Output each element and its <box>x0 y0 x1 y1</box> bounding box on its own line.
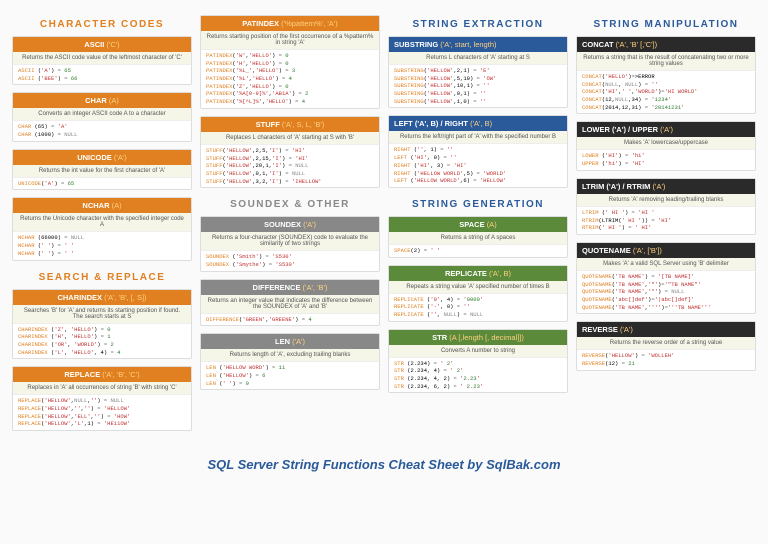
card-ascii: ASCII ('C')Returns the ASCII code value … <box>12 36 192 85</box>
card-soundex: SOUNDEX ('A')Returns a four-character (S… <box>200 216 380 271</box>
card-leftright: LEFT ('A', B) / RIGHT ('A', B)Returns th… <box>388 115 568 187</box>
card-difference: DIFFERENCE ('A', 'B')Returns an integer … <box>200 279 380 327</box>
card-reverse: REVERSE ('A')Returns the reverse order o… <box>576 321 756 370</box>
column-2: PATINDEX ('%pattern%', 'A')Returns start… <box>200 15 380 434</box>
card-lowerupper: LOWER ('A') / UPPER ('A')Makes 'A' lower… <box>576 121 756 170</box>
column-4: STRING MANIPULATION CONCAT ('A', 'B' [,'… <box>576 15 756 434</box>
card-replace: REPLACE ('A', 'B', 'C')Replaces in 'A' a… <box>12 366 192 431</box>
card-space: SPACE (A)Returns a string of A spacesSPA… <box>388 216 568 258</box>
footer: SQL Server String Functions Cheat Sheet … <box>0 457 768 472</box>
section-title: SOUNDEX & OTHER <box>200 199 380 210</box>
card-len: LEN ('A')Returns length of 'A', excludin… <box>200 333 380 390</box>
card-stuff: STUFF ('A', S, L, 'B')Replaces L charact… <box>200 116 380 188</box>
card-str: STR (A [,length [, decimal]])Converts A … <box>388 329 568 394</box>
column-1: CHARACTER CODES ASCII ('C')Returns the A… <box>12 15 192 434</box>
card-concat: CONCAT ('A', 'B' [,'C'])Returns a string… <box>576 36 756 114</box>
card-char: CHAR (A)Converts an integer ASCII code A… <box>12 92 192 141</box>
card-trim: LTRIM ('A') / RTRIM ('A')Returns 'A' rem… <box>576 178 756 235</box>
section-title: SEARCH & REPLACE <box>12 272 192 283</box>
cheat-sheet: CHARACTER CODES ASCII ('C')Returns the A… <box>0 0 768 449</box>
section-title: CHARACTER CODES <box>12 19 192 30</box>
card-unicode: UNICODE ('A')Returns the int value for t… <box>12 149 192 191</box>
card-charindex: CHARINDEX ('A', 'B', [, S])Searches 'B' … <box>12 289 192 360</box>
section-title: STRING MANIPULATION <box>576 19 756 30</box>
section-title: STRING EXTRACTION <box>388 19 568 30</box>
card-quotename: QUOTENAME ('A', ['B'])Makes 'A' a valid … <box>576 242 756 314</box>
column-3: STRING EXTRACTION SUBSTRING ('A', start,… <box>388 15 568 434</box>
card-nchar: NCHAR (A)Returns the Unicode character w… <box>12 197 192 260</box>
card-replicate: REPLICATE ('A', B)Repeats a string value… <box>388 265 568 322</box>
section-title: STRING GENERATION <box>388 199 568 210</box>
card-patindex: PATINDEX ('%pattern%', 'A')Returns start… <box>200 15 380 109</box>
card-substring: SUBSTRING ('A', start, length)Returns L … <box>388 36 568 108</box>
